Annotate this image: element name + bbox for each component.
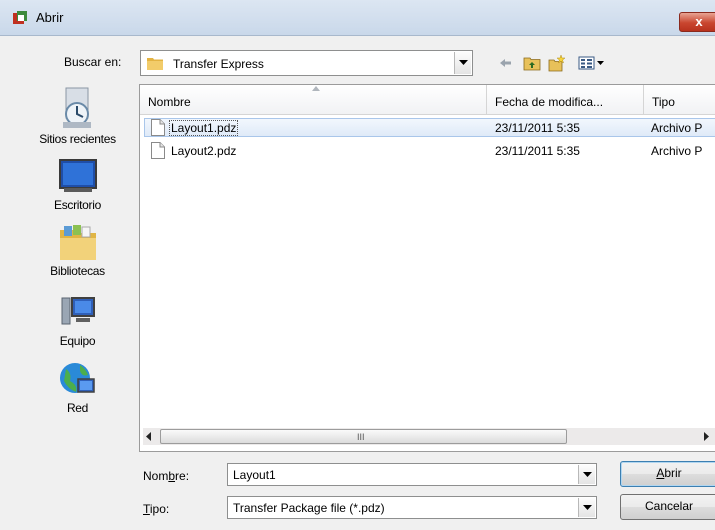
back-arrow-icon[interactable] [497, 54, 515, 72]
places-bar: Sitios recientes Escritorio Bibliotecas … [20, 80, 135, 480]
place-libraries[interactable]: Bibliotecas [20, 222, 135, 278]
window-title: Abrir [36, 10, 64, 25]
computer-icon [61, 297, 95, 325]
column-header-date[interactable]: Fecha de modifica... [487, 85, 644, 115]
scrollbar-thumb[interactable]: III [160, 429, 567, 444]
column-header-type[interactable]: Tipo [644, 85, 715, 115]
libraries-icon [59, 225, 96, 260]
file-icon [151, 142, 165, 159]
lookin-label: Buscar en: [64, 55, 122, 69]
filetype-value: Transfer Package file (*.pdz) [233, 501, 385, 515]
scroll-right-icon[interactable] [702, 431, 710, 442]
column-header-name[interactable]: Nombre [140, 85, 487, 115]
filetype-label: Tipo: [143, 502, 170, 516]
filename-input[interactable]: Layout1 [227, 463, 597, 486]
filename-label: Nombre: [143, 469, 190, 483]
chevron-down-icon [459, 60, 468, 65]
new-folder-icon[interactable] [548, 54, 566, 72]
recent-places-icon [62, 87, 91, 128]
place-network[interactable]: Red [20, 359, 135, 415]
open-button[interactable]: Abrir [620, 461, 715, 487]
grip-icon: III [357, 432, 365, 442]
lookin-dropdown-button[interactable] [454, 52, 471, 74]
filetype-dropdown-button[interactable] [578, 498, 595, 517]
title-bar: Abrir x [0, 0, 715, 36]
file-row[interactable]: Layout1.pdz 23/11/2011 5:35 Archivo P [140, 118, 715, 137]
filename-dropdown-button[interactable] [578, 465, 595, 484]
lookin-value: Transfer Express [173, 57, 264, 71]
file-date: 23/11/2011 5:35 [495, 121, 580, 135]
filetype-select[interactable]: Transfer Package file (*.pdz) [227, 496, 597, 519]
network-icon [59, 363, 95, 393]
place-recent[interactable]: Sitios recientes [20, 84, 135, 146]
file-icon [151, 119, 165, 136]
filename-value: Layout1 [233, 468, 276, 482]
file-list[interactable]: Nombre Fecha de modifica... Tipo Layout1… [139, 84, 715, 452]
up-folder-icon[interactable] [523, 54, 541, 72]
scroll-left-icon[interactable] [145, 431, 153, 442]
chevron-down-icon [583, 505, 592, 510]
chevron-down-icon [583, 472, 592, 477]
folder-icon [147, 58, 163, 70]
horizontal-scrollbar[interactable]: III [143, 428, 715, 445]
file-name: Layout1.pdz [169, 120, 239, 136]
file-row[interactable]: Layout2.pdz 23/11/2011 5:35 Archivo P [140, 141, 715, 160]
sort-ascending-icon [312, 86, 320, 91]
close-button[interactable]: x [679, 12, 715, 32]
cancel-button[interactable]: Cancelar [620, 494, 715, 520]
file-name: Layout2.pdz [171, 144, 237, 158]
place-computer[interactable]: Equipo [20, 292, 135, 348]
file-date: 23/11/2011 5:35 [495, 144, 580, 158]
app-icon [13, 11, 27, 24]
file-type: Archivo P [651, 144, 703, 158]
lookin-combobox[interactable]: Transfer Express [140, 50, 473, 76]
file-type: Archivo P [651, 121, 703, 135]
view-menu-icon[interactable] [578, 54, 614, 72]
desktop-icon [58, 159, 97, 192]
place-desktop[interactable]: Escritorio [20, 156, 135, 212]
